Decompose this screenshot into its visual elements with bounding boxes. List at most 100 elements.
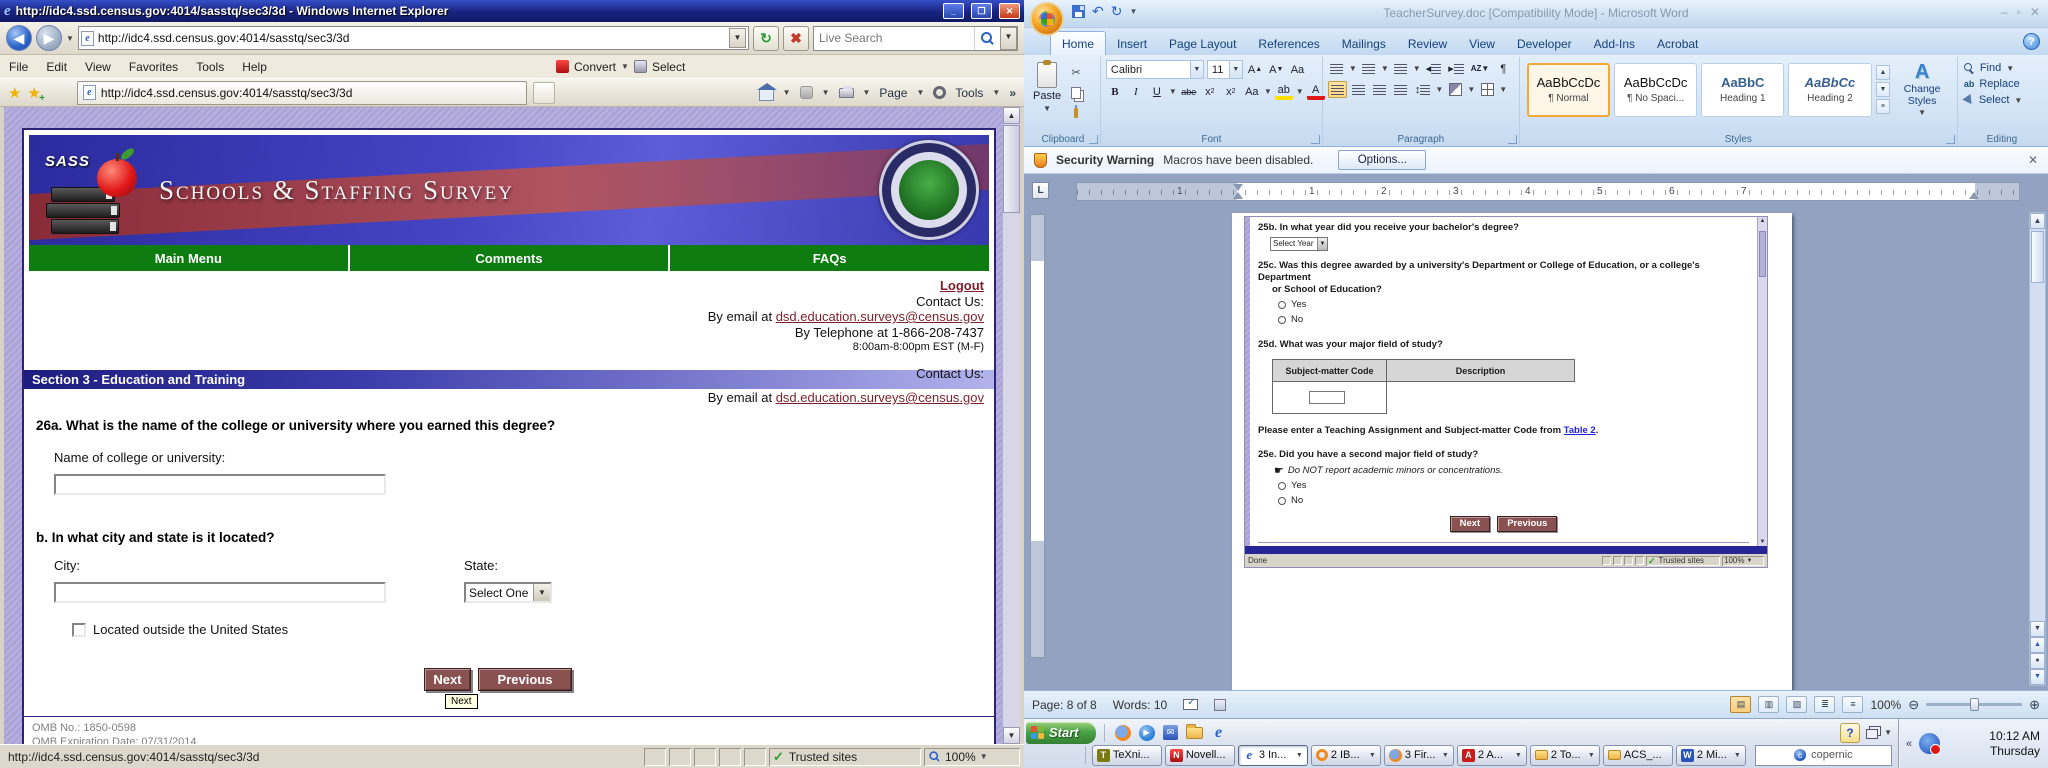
back-button[interactable]: ◀ xyxy=(6,25,32,51)
email-link[interactable]: dsd.education.surveys@census.gov xyxy=(776,309,984,324)
tray-chevron-icon[interactable]: « xyxy=(1906,738,1912,750)
nav-main-menu[interactable]: Main Menu xyxy=(29,245,350,271)
left-indent-marker[interactable] xyxy=(1233,192,1243,199)
clipboard-launcher-icon[interactable] xyxy=(1089,135,1098,144)
subscript-button[interactable]: x2 xyxy=(1201,83,1219,100)
task-ibm-group[interactable]: 2 IB...▼ xyxy=(1311,745,1381,766)
copy-button[interactable] xyxy=(1067,85,1085,100)
next-button[interactable]: Next xyxy=(424,668,471,691)
outline-view-button[interactable]: ≣ xyxy=(1814,696,1835,713)
quicklaunch-firefox-icon[interactable] xyxy=(1113,723,1132,742)
address-url[interactable]: http://idc4.ssd.census.gov:4014/sasstq/s… xyxy=(98,31,725,45)
word-close-button[interactable]: ✕ xyxy=(2030,5,2040,19)
taskbar-restore-icon[interactable] xyxy=(1866,729,1878,739)
email-link-2[interactable]: dsd.education.surveys@census.gov xyxy=(776,390,984,405)
scroll-thumb[interactable] xyxy=(1003,125,1020,213)
show-paragraph-button[interactable]: ¶ xyxy=(1494,60,1512,77)
menu-view[interactable]: View xyxy=(76,57,120,77)
feed-dropdown-icon[interactable]: ▼ xyxy=(822,88,830,97)
browse-object-icon[interactable]: ● xyxy=(2030,653,2045,669)
page-menu-button[interactable]: Page xyxy=(879,86,907,100)
font-name-combo[interactable]: Calibri▼ xyxy=(1106,60,1204,79)
add-favorite-icon[interactable]: ★ xyxy=(27,84,40,102)
style-normal[interactable]: AaBbCcDc ¶ Normal xyxy=(1527,63,1610,117)
home-icon[interactable] xyxy=(759,89,774,101)
increase-indent-button[interactable]: ▸ xyxy=(1446,60,1466,77)
browser-tab[interactable]: e http://idc4.ssd.census.gov:4014/sasstq… xyxy=(77,81,527,105)
strikethrough-button[interactable]: abe xyxy=(1180,83,1198,100)
numbering-button[interactable] xyxy=(1360,60,1378,77)
city-input[interactable] xyxy=(54,582,386,603)
styles-more-icon[interactable]: ≡ xyxy=(1876,99,1891,114)
print-dropdown-icon[interactable]: ▼ xyxy=(863,88,871,97)
shading-button[interactable] xyxy=(1446,81,1464,98)
change-styles-button[interactable]: A Change Styles ▼ xyxy=(1894,62,1949,117)
zoom-slider-thumb[interactable] xyxy=(1970,698,1979,711)
menu-tools[interactable]: Tools xyxy=(187,57,233,77)
select-button[interactable]: Select xyxy=(652,60,685,74)
help-icon[interactable]: ? xyxy=(2023,33,2040,50)
font-size-combo[interactable]: 11▼ xyxy=(1207,60,1243,79)
tab-view[interactable]: View xyxy=(1458,32,1506,55)
nav-comments[interactable]: Comments xyxy=(350,245,671,271)
tab-stop-selector[interactable]: L xyxy=(1032,182,1049,199)
tab-mailings[interactable]: Mailings xyxy=(1331,32,1397,55)
tab-page-layout[interactable]: Page Layout xyxy=(1158,32,1247,55)
stop-button[interactable]: ✖ xyxy=(783,26,809,51)
zoom-in-icon[interactable]: ⊕ xyxy=(2029,697,2040,713)
horizontal-ruler[interactable]: 1 1 2 3 4 5 6 7 xyxy=(1076,182,2020,201)
copernic-search-box[interactable]: c copernic xyxy=(1755,745,1892,766)
tab-add-ins[interactable]: Add-Ins xyxy=(1583,32,1646,55)
search-icon[interactable] xyxy=(974,27,1000,50)
spellcheck-icon[interactable] xyxy=(1183,699,1198,710)
word-scroll-thumb[interactable] xyxy=(2031,231,2044,283)
word-scroll-down-icon[interactable]: ▼ xyxy=(2030,621,2045,637)
scroll-down-icon[interactable]: ▼ xyxy=(1003,727,1020,744)
quicklaunch-media-icon[interactable]: ▶ xyxy=(1137,723,1156,742)
office-button[interactable] xyxy=(1030,2,1064,36)
menu-file[interactable]: File xyxy=(0,57,37,77)
styles-launcher-icon[interactable] xyxy=(1946,135,1955,144)
align-right-button[interactable] xyxy=(1371,81,1389,98)
paste-button[interactable]: Paste ▼ xyxy=(1033,62,1061,120)
paragraph-launcher-icon[interactable] xyxy=(1508,135,1517,144)
cut-button[interactable]: ✂ xyxy=(1067,65,1085,80)
draft-view-button[interactable]: ≡ xyxy=(1842,696,1863,713)
taskbar-help-icon[interactable]: ? xyxy=(1840,723,1860,743)
tab-title[interactable]: http://idc4.ssd.census.gov:4014/sasstq/s… xyxy=(101,86,352,100)
close-button[interactable]: ✕ xyxy=(999,3,1020,19)
task-texniccenter[interactable]: TTeXni... xyxy=(1092,745,1162,766)
format-painter-button[interactable] xyxy=(1067,105,1085,120)
tab-references[interactable]: References xyxy=(1247,32,1330,55)
menu-edit[interactable]: Edit xyxy=(37,57,76,77)
styles-scroll-up-icon[interactable]: ▲ xyxy=(1876,65,1891,80)
task-novell[interactable]: NNovell... xyxy=(1165,745,1235,766)
vertical-ruler[interactable] xyxy=(1030,214,1045,658)
zoom-level[interactable]: 100% xyxy=(945,750,976,764)
select-button[interactable]: Select▼ xyxy=(1964,94,2040,106)
logout-link[interactable]: Logout xyxy=(940,278,984,293)
style-heading1[interactable]: AaBbC Heading 1 xyxy=(1701,63,1784,117)
quicklaunch-ie-icon[interactable]: e xyxy=(1209,723,1228,742)
underline-button[interactable]: U xyxy=(1148,83,1166,100)
favorites-star-icon[interactable]: ★ xyxy=(8,84,21,102)
tab-insert[interactable]: Insert xyxy=(1106,32,1158,55)
clear-formatting-button[interactable]: Aa xyxy=(1288,61,1306,78)
forward-button[interactable]: ▶ xyxy=(36,25,62,51)
multilevel-list-button[interactable] xyxy=(1392,60,1410,77)
zoom-slider[interactable] xyxy=(1926,703,2022,706)
options-button[interactable]: Options... xyxy=(1338,150,1426,170)
browse-next-icon[interactable]: ▼ xyxy=(2030,669,2045,685)
tab-acrobat[interactable]: Acrobat xyxy=(1646,32,1709,55)
tools-dropdown-icon[interactable]: ▼ xyxy=(992,88,1000,97)
convert-dropdown-icon[interactable]: ▼ xyxy=(621,62,629,71)
previous-button[interactable]: Previous xyxy=(478,668,572,691)
word-vertical-scrollbar[interactable]: ▲ ▼ ▲ ● ▼ xyxy=(2029,212,2046,686)
replace-button[interactable]: abReplace xyxy=(1964,78,2040,90)
rss-feed-icon[interactable] xyxy=(800,86,813,99)
browse-previous-icon[interactable]: ▲ xyxy=(2030,637,2045,653)
task-totalcmd-group[interactable]: 2 To...▼ xyxy=(1530,745,1600,766)
restore-button[interactable]: ❐ xyxy=(971,3,992,19)
align-center-button[interactable] xyxy=(1350,81,1368,98)
bullets-button[interactable] xyxy=(1328,60,1346,77)
